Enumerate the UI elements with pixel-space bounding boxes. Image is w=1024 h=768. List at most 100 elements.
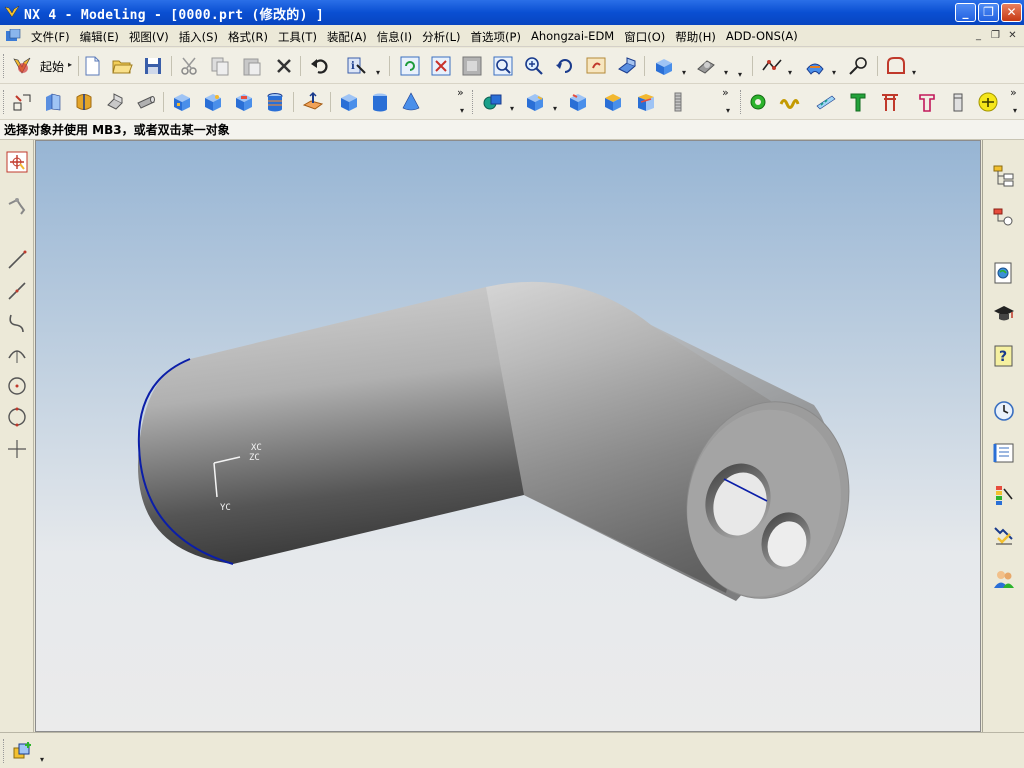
add-component-icon[interactable]	[10, 739, 34, 763]
cube-icon[interactable]	[337, 90, 361, 114]
toolbar-grip[interactable]	[3, 54, 6, 78]
snap-icon[interactable]	[5, 195, 29, 219]
point-icon[interactable]	[5, 374, 29, 398]
doc-restore-button[interactable]: ❐	[988, 29, 1003, 43]
menu-add-ons[interactable]: ADD-ONS(A)	[721, 29, 803, 45]
view-orientation-icon[interactable]	[652, 54, 676, 78]
select-icon[interactable]	[5, 150, 29, 174]
copy-icon[interactable]	[208, 54, 232, 78]
save-icon[interactable]	[141, 54, 165, 78]
zoom-icon[interactable]	[491, 54, 515, 78]
menu-window[interactable]: 窗口(O)	[619, 29, 670, 45]
face-dropdown-arrow[interactable]: ▾	[832, 68, 836, 77]
document-icon[interactable]	[5, 29, 21, 43]
block-icon[interactable]	[170, 90, 194, 114]
hollow-icon[interactable]	[634, 90, 658, 114]
nx-start-icon[interactable]	[10, 54, 34, 78]
curve-dropdown-arrow[interactable]: ▾	[788, 68, 792, 77]
open-folder-icon[interactable]	[110, 54, 134, 78]
new-file-icon[interactable]	[80, 54, 104, 78]
info-dropdown-arrow[interactable]: ▾	[376, 68, 380, 77]
edge-blend-icon[interactable]	[523, 90, 547, 114]
add-on-icon[interactable]	[976, 90, 1000, 114]
toolbar-grip[interactable]	[3, 739, 6, 763]
gear-icon[interactable]	[746, 90, 770, 114]
shell-icon[interactable]	[601, 90, 625, 114]
part-navigator-icon[interactable]	[991, 206, 1017, 232]
extrude-icon[interactable]	[41, 90, 65, 114]
toolbar-more-arrow-2[interactable]: ▾	[726, 106, 730, 115]
pin-icon[interactable]	[946, 90, 970, 114]
toolbar-grip[interactable]	[3, 90, 6, 114]
sketch-dropdown-arrow[interactable]: ▾	[912, 68, 916, 77]
measure-distance-icon[interactable]	[846, 54, 870, 78]
zoom-window-icon[interactable]	[460, 54, 484, 78]
system-materials-icon[interactable]	[991, 440, 1017, 466]
cylinder-stack-icon[interactable]	[263, 90, 287, 114]
part-model[interactable]	[36, 141, 981, 732]
toolbar-overflow[interactable]: »	[457, 86, 464, 99]
start-dropdown-arrow[interactable]: ▸	[68, 60, 72, 69]
undo-icon[interactable]	[308, 54, 332, 78]
refresh-icon[interactable]	[398, 54, 422, 78]
menu-file[interactable]: 文件(F)	[26, 29, 75, 45]
menu-information[interactable]: 信息(I)	[372, 29, 417, 45]
training-icon[interactable]	[991, 301, 1017, 327]
toolbar-overflow-2[interactable]: »	[722, 86, 729, 99]
toolbar-overflow-3[interactable]: »	[1010, 86, 1017, 99]
information-icon[interactable]: i	[344, 54, 368, 78]
line-icon[interactable]	[5, 279, 29, 303]
cross-icon[interactable]	[5, 437, 29, 461]
paste-icon[interactable]	[240, 54, 264, 78]
line-icon[interactable]	[5, 248, 29, 272]
close-button[interactable]: ✕	[1001, 3, 1022, 22]
roles-icon[interactable]	[991, 482, 1017, 508]
cut-icon[interactable]	[178, 54, 202, 78]
cone-icon[interactable]	[399, 90, 423, 114]
toolbar-more-arrow[interactable]: ▾	[738, 70, 742, 79]
fit-icon[interactable]	[429, 54, 453, 78]
menu-preferences[interactable]: 首选项(P)	[466, 29, 526, 45]
boss-icon[interactable]	[201, 90, 225, 114]
menu-view[interactable]: 视图(V)	[124, 29, 174, 45]
assembly-navigator-icon[interactable]	[991, 163, 1017, 189]
doc-minimize-button[interactable]: _	[971, 29, 986, 43]
add-component-dropdown[interactable]: ▾	[40, 755, 44, 764]
toolbar-grip[interactable]	[472, 90, 475, 114]
menu-edit[interactable]: 编辑(E)	[75, 29, 124, 45]
help-icon[interactable]: ?	[991, 343, 1017, 369]
sweep-icon[interactable]	[103, 90, 127, 114]
restore-button[interactable]: ❐	[978, 3, 999, 22]
render-style-icon[interactable]	[694, 54, 718, 78]
doc-close-button[interactable]: ✕	[1005, 29, 1020, 43]
web-browser-icon[interactable]	[991, 260, 1017, 286]
shaft-icon[interactable]	[814, 90, 838, 114]
bracket-icon[interactable]	[915, 90, 939, 114]
delete-icon[interactable]	[272, 54, 296, 78]
graphics-window[interactable]: XC ZC YC	[35, 140, 981, 732]
boolean-dropdown-arrow[interactable]: ▾	[510, 104, 514, 113]
arc-icon[interactable]	[5, 311, 29, 335]
menu-ahongzai-edm[interactable]: Ahongzai-EDM	[526, 29, 619, 45]
spring-icon[interactable]	[777, 90, 801, 114]
pocket-icon[interactable]	[232, 90, 256, 114]
menu-tools[interactable]: 工具(T)	[273, 29, 322, 45]
torii-icon[interactable]	[878, 90, 902, 114]
zoom-in-out-icon[interactable]	[522, 54, 546, 78]
blend-dropdown-arrow[interactable]: ▾	[553, 104, 557, 113]
palette-icon[interactable]	[991, 523, 1017, 549]
render-dropdown-arrow[interactable]: ▾	[724, 68, 728, 77]
perspective-icon[interactable]	[615, 54, 639, 78]
menu-help[interactable]: 帮助(H)	[670, 29, 721, 45]
view-dropdown-arrow[interactable]: ▾	[682, 68, 686, 77]
sketch-feature-icon[interactable]	[10, 90, 34, 114]
menu-analysis[interactable]: 分析(L)	[417, 29, 465, 45]
minimize-button[interactable]: _	[955, 3, 976, 22]
rotate-icon[interactable]	[553, 54, 577, 78]
pan-icon[interactable]	[584, 54, 608, 78]
curve-analysis-icon[interactable]	[760, 54, 784, 78]
cylinder-icon[interactable]	[368, 90, 392, 114]
circle-icon[interactable]	[5, 405, 29, 429]
thread-icon[interactable]	[666, 90, 690, 114]
start-button[interactable]: 起始	[40, 58, 64, 75]
